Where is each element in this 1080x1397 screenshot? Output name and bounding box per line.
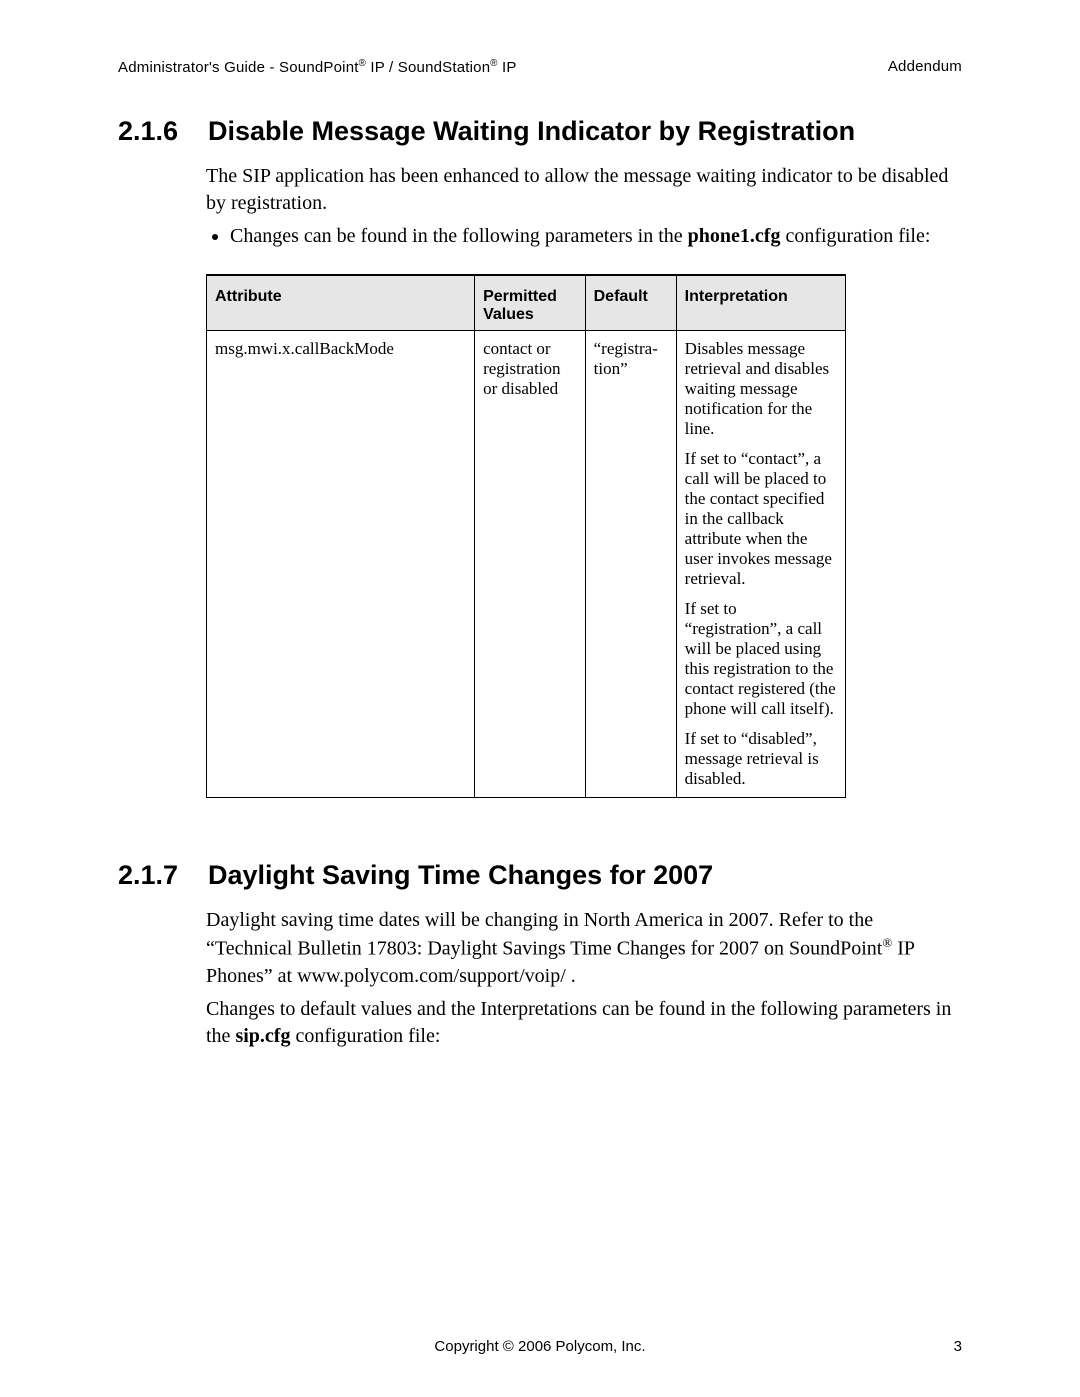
list-text: Changes can be found in the following pa…: [230, 225, 688, 247]
page-header: Administrator's Guide - SoundPoint® IP /…: [118, 58, 962, 76]
page-footer: Copyright © 2006 Polycom, Inc. 3: [0, 1338, 1080, 1355]
list-item: Changes can be found in the following pa…: [230, 223, 962, 250]
interp-paragraph: Disables message retrieval and disables …: [685, 339, 837, 439]
col-header-default: Default: [585, 275, 676, 331]
registered-mark-icon: ®: [882, 935, 892, 950]
col-header-interpretation: Interpretation: [676, 275, 845, 331]
paragraph: Daylight saving time dates will be chang…: [206, 907, 962, 990]
cell-attribute: msg.mwi.x.callBackMode: [207, 331, 475, 798]
config-filename: phone1.cfg: [688, 225, 781, 247]
paragraph-text: Daylight saving time dates will be chang…: [206, 909, 882, 960]
header-text: IP / SoundStation: [366, 59, 490, 76]
section-number: 2.1.6: [118, 114, 194, 149]
section-217-body: Daylight saving time dates will be chang…: [206, 907, 962, 1050]
cell-interpretation: Disables message retrieval and disables …: [676, 331, 845, 798]
section-heading-216: 2.1.6 Disable Message Waiting Indicator …: [118, 114, 962, 149]
section-title: Disable Message Waiting Indicator by Reg…: [208, 114, 962, 149]
paragraph: Changes to default values and the Interp…: [206, 996, 962, 1050]
section-number: 2.1.7: [118, 858, 194, 893]
interp-paragraph: If set to “contact”, a call will be plac…: [685, 449, 837, 589]
col-header-attribute: Attribute: [207, 275, 475, 331]
header-left: Administrator's Guide - SoundPoint® IP /…: [118, 58, 517, 76]
copyright-text: Copyright © 2006 Polycom, Inc.: [434, 1338, 645, 1355]
header-right: Addendum: [888, 58, 962, 76]
paragraph-text: configuration file:: [290, 1025, 440, 1047]
interp-paragraph: If set to “disabled”, message retrieval …: [685, 729, 837, 789]
page-number: 3: [954, 1338, 962, 1355]
paragraph: The SIP application has been enhanced to…: [206, 163, 962, 217]
section-heading-217: 2.1.7 Daylight Saving Time Changes for 2…: [118, 858, 962, 893]
cell-permitted: contact or registration or disabled: [475, 331, 586, 798]
list-text: configuration file:: [780, 225, 930, 247]
registered-mark-icon: ®: [490, 58, 497, 69]
section-216-body: The SIP application has been enhanced to…: [206, 163, 962, 250]
header-text: IP: [498, 59, 517, 76]
section-title: Daylight Saving Time Changes for 2007: [208, 858, 962, 893]
table-row: msg.mwi.x.callBackMode contact or regist…: [207, 331, 846, 798]
col-header-permitted: Permitted Values: [475, 275, 586, 331]
interp-paragraph: If set to “registration”, a call will be…: [685, 599, 837, 719]
header-text: Administrator's Guide - SoundPoint: [118, 59, 359, 76]
parameter-table: Attribute Permitted Values Default Inter…: [206, 274, 846, 798]
cell-default: “registra­tion”: [585, 331, 676, 798]
config-filename: sip.cfg: [235, 1025, 290, 1047]
document-page: Administrator's Guide - SoundPoint® IP /…: [0, 0, 1080, 1397]
bullet-list: Changes can be found in the following pa…: [206, 223, 962, 250]
registered-mark-icon: ®: [359, 58, 366, 69]
table-header-row: Attribute Permitted Values Default Inter…: [207, 275, 846, 331]
